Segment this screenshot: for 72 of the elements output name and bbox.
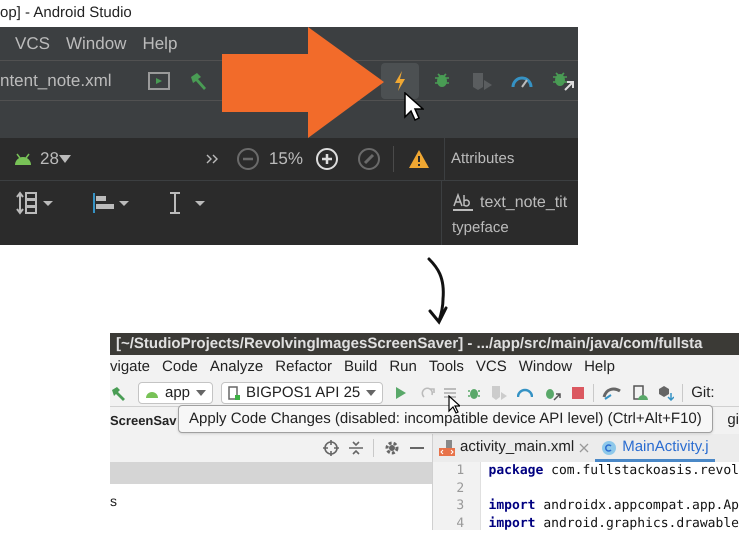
project-name: ScreenSav	[110, 412, 176, 430]
caret-icon	[366, 390, 376, 396]
zoom-in-icon[interactable]	[314, 147, 339, 171]
tab-label: gi	[727, 410, 739, 430]
distribute-icon[interactable]	[16, 191, 56, 215]
xml-file-icon	[439, 440, 455, 456]
chevrons-icon[interactable]	[206, 154, 218, 164]
hammer-icon[interactable]	[110, 385, 126, 401]
line-number: 2	[455, 480, 464, 497]
hammer-icon[interactable]	[188, 70, 208, 90]
window-title: op] - Android Studio	[0, 3, 132, 24]
android-icon	[14, 153, 32, 165]
menu-item[interactable]: VCS	[476, 356, 507, 379]
file-tab[interactable]: ntent_note.xml	[0, 68, 148, 94]
minimize-icon[interactable]	[410, 446, 424, 450]
menu-item[interactable]: Build	[344, 356, 378, 379]
tree-item[interactable]: s	[110, 493, 117, 509]
locate-icon[interactable]	[323, 440, 339, 456]
device-icon	[228, 386, 240, 400]
menu-item[interactable]: Window	[66, 30, 126, 56]
run-window-icon[interactable]	[148, 72, 170, 90]
apply-changes-button[interactable]	[381, 62, 419, 98]
run-icon[interactable]	[395, 386, 408, 400]
line-number: 1	[455, 462, 464, 480]
menu-item[interactable]: Code	[162, 356, 198, 379]
menu-item[interactable]: Help	[142, 30, 178, 56]
caret-icon	[196, 390, 206, 396]
menu-item[interactable]: Help	[584, 356, 615, 379]
gauge-icon[interactable]	[511, 74, 533, 88]
menu-item[interactable]: Tools	[428, 356, 464, 379]
collapse-icon[interactable]	[349, 440, 363, 456]
device-manager-icon[interactable]	[632, 385, 648, 401]
menu-item[interactable]: Run	[389, 356, 417, 379]
api-level: 28	[40, 148, 59, 170]
zoom-fit-icon[interactable]	[356, 147, 381, 171]
gauge-icon[interactable]	[517, 388, 534, 398]
caret-icon[interactable]	[58, 155, 71, 163]
code-line: import androidx.appcompat.app.Ap	[488, 497, 739, 514]
zoom-level: 15%	[268, 148, 303, 170]
attribute-name: typeface	[452, 218, 510, 238]
component-name: text_note_tit	[480, 193, 568, 213]
menu-item[interactable]: VCS	[15, 30, 50, 56]
bug-arrow-icon[interactable]	[551, 70, 575, 92]
editor-tab[interactable]: activity_main.xml	[433, 436, 596, 462]
line-number: 4	[455, 514, 464, 530]
settings-icon[interactable]	[384, 440, 400, 456]
sdk-icon[interactable]	[658, 385, 674, 401]
zoom-out-icon[interactable]	[236, 147, 260, 171]
apply-code-changes-icon[interactable]	[443, 387, 458, 399]
menu-item[interactable]: vigate	[110, 356, 150, 379]
class-file-icon	[601, 440, 618, 456]
cursor-icon	[448, 395, 460, 414]
code-line: import android.graphics.drawable	[488, 514, 739, 530]
editor-tab[interactable]: MainActivity.j	[595, 436, 715, 462]
menu-item[interactable]: Window	[518, 356, 572, 379]
tooltip: Apply Code Changes (disabled: incompatible device API level) (Ctrl+Alt+F10)	[178, 405, 713, 433]
align-icon[interactable]	[92, 191, 132, 215]
run-config-dropdown[interactable]: app	[138, 382, 214, 404]
window-title: [~/StudioProjects/RevolvingImagesScreenSaver] - .../app/src/main/java/com/fullsta	[116, 334, 702, 354]
panel-title: Attributes	[450, 148, 514, 169]
menu-item[interactable]: Analyze	[210, 356, 264, 379]
code-line: package com.fullstackoasis.revol	[488, 462, 739, 480]
cursor-icon	[404, 92, 424, 122]
device-dropdown[interactable]: BIGPOS1 API 25	[221, 382, 384, 404]
margin-icon[interactable]	[168, 191, 208, 215]
menu-item[interactable]: Refactor	[275, 356, 332, 379]
lightning-icon	[393, 70, 407, 92]
warning-icon[interactable]	[408, 149, 430, 169]
text-view-icon	[452, 193, 474, 213]
stop-icon[interactable]	[571, 386, 586, 400]
line-number: 3	[455, 497, 464, 514]
git-label: Git:	[691, 382, 715, 403]
